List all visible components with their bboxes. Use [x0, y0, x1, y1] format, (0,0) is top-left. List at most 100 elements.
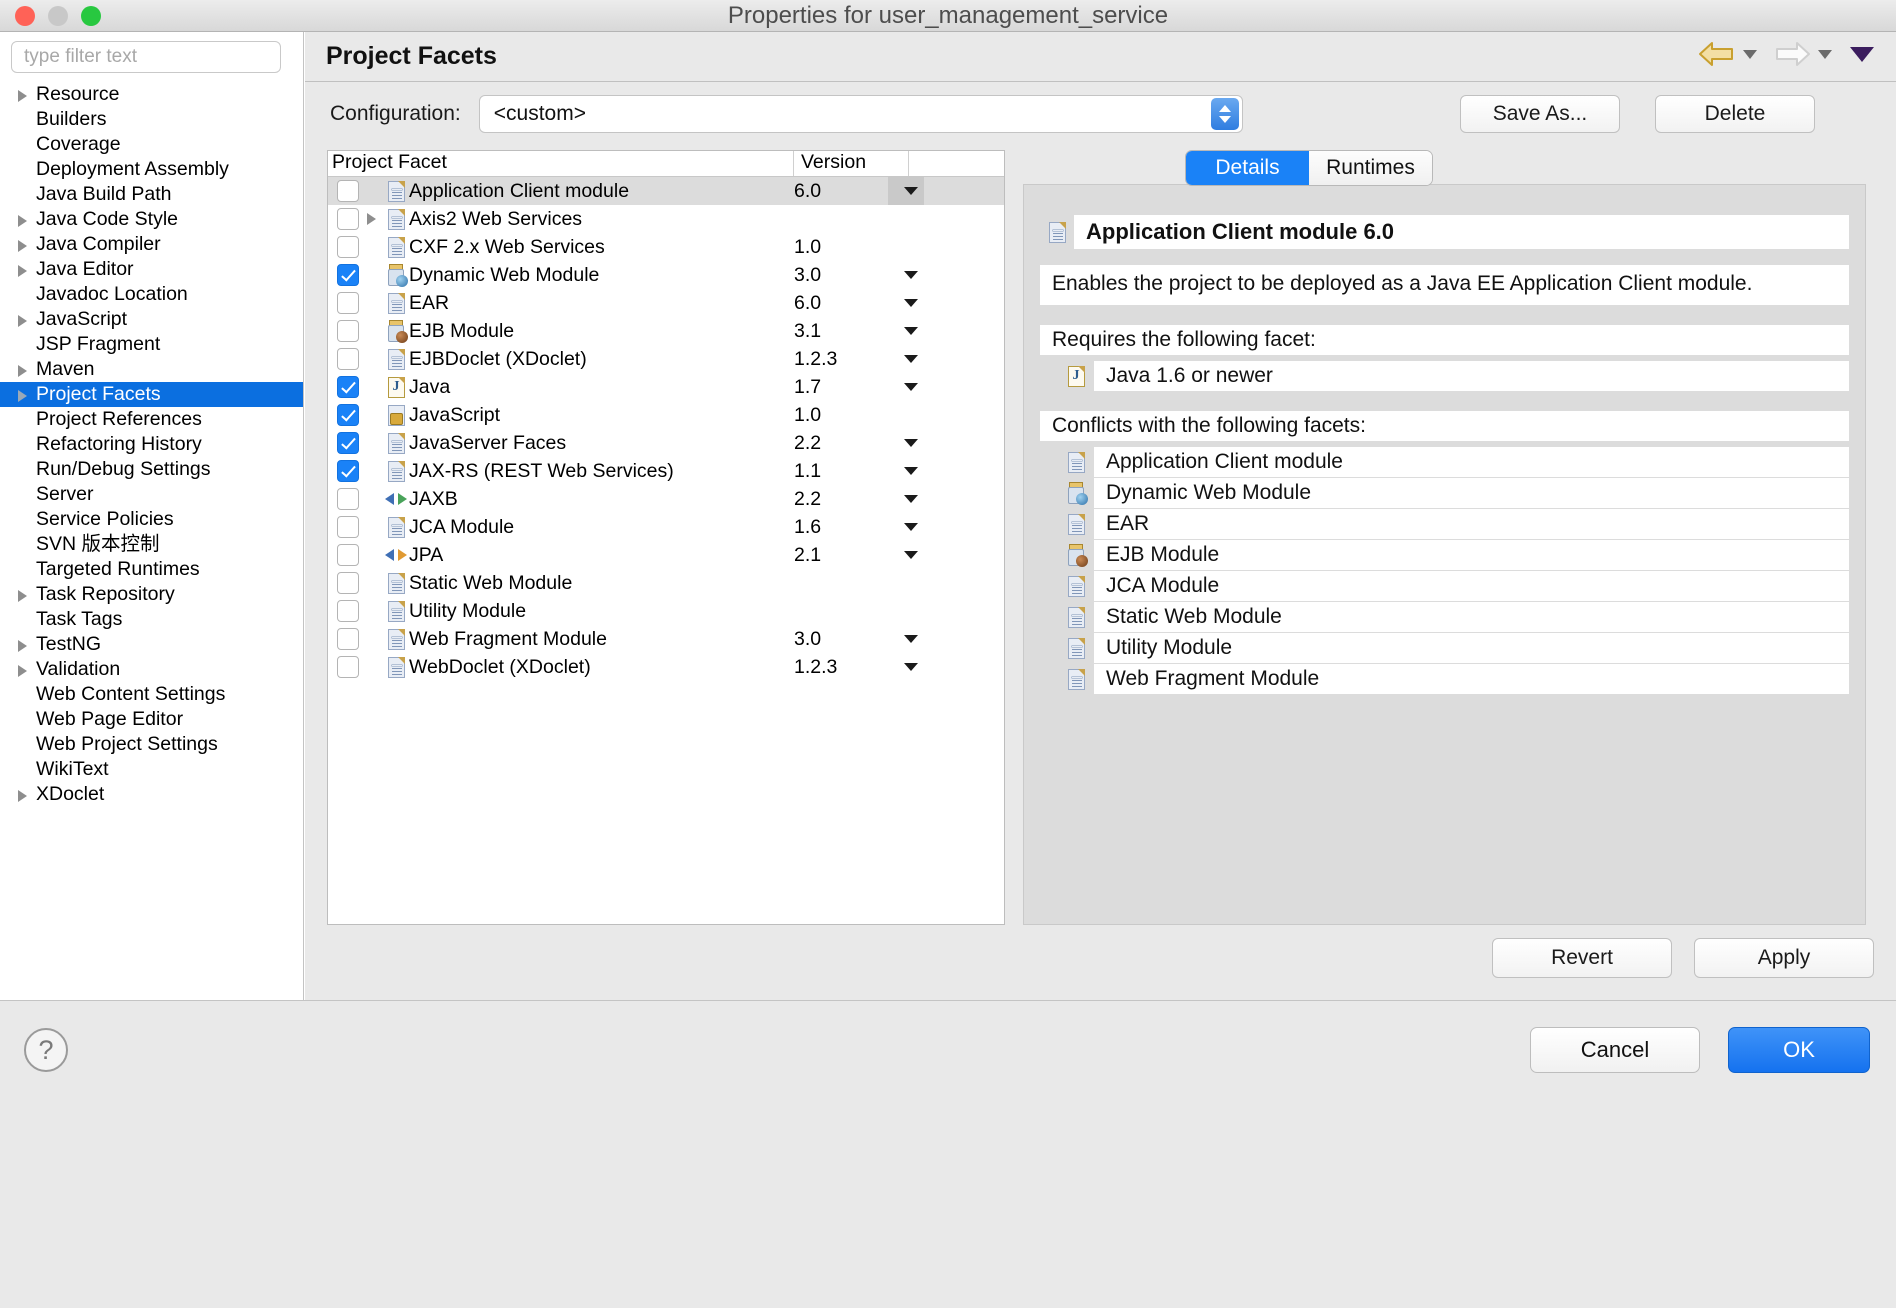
column-header-facet[interactable]: Project Facet: [328, 151, 794, 176]
facet-checkbox[interactable]: [337, 376, 359, 398]
back-button[interactable]: [1698, 40, 1757, 68]
table-row[interactable]: JAX-RS (REST Web Services) 1.1: [328, 457, 1004, 485]
facet-checkbox[interactable]: [337, 460, 359, 482]
table-row[interactable]: EJB Module 3.1: [328, 317, 1004, 345]
expand-triangle-icon[interactable]: [16, 662, 32, 678]
version-dropdown-caret-icon[interactable]: [904, 635, 918, 643]
facet-checkbox[interactable]: [337, 544, 359, 566]
table-row[interactable]: WebDoclet (XDoclet) 1.2.3: [328, 653, 1004, 681]
sidebar-item-java-editor[interactable]: Java Editor: [0, 257, 303, 282]
version-dropdown-caret-icon[interactable]: [904, 467, 918, 475]
sidebar-item-java-compiler[interactable]: Java Compiler: [0, 232, 303, 257]
delete-button[interactable]: Delete: [1655, 95, 1815, 133]
version-dropdown-caret-icon[interactable]: [904, 187, 918, 195]
sidebar-item-server[interactable]: Server: [0, 482, 303, 507]
facet-checkbox[interactable]: [337, 516, 359, 538]
table-row[interactable]: Utility Module: [328, 597, 1004, 625]
sidebar-item-java-code-style[interactable]: Java Code Style: [0, 207, 303, 232]
sidebar-item-xdoclet[interactable]: XDoclet: [0, 782, 303, 807]
version-dropdown-caret-icon[interactable]: [904, 495, 918, 503]
expand-triangle-icon[interactable]: [359, 213, 383, 225]
expand-triangle-icon[interactable]: [16, 212, 32, 228]
facet-checkbox[interactable]: [337, 404, 359, 426]
back-dropdown-caret-icon[interactable]: [1743, 49, 1757, 59]
sidebar-item-project-references[interactable]: Project References: [0, 407, 303, 432]
expand-triangle-icon[interactable]: [16, 87, 32, 103]
sidebar-item-refactoring-history[interactable]: Refactoring History: [0, 432, 303, 457]
version-dropdown-caret-icon[interactable]: [904, 523, 918, 531]
configuration-select[interactable]: <custom>: [478, 95, 1243, 133]
expand-triangle-icon[interactable]: [16, 262, 32, 278]
expand-triangle-icon[interactable]: [16, 362, 32, 378]
facet-checkbox[interactable]: [337, 600, 359, 622]
version-dropdown-caret-icon[interactable]: [904, 383, 918, 391]
version-dropdown-caret-icon[interactable]: [904, 271, 918, 279]
expand-triangle-icon[interactable]: [16, 237, 32, 253]
facet-checkbox[interactable]: [337, 292, 359, 314]
sidebar-item-web-page-editor[interactable]: Web Page Editor: [0, 707, 303, 732]
table-row[interactable]: EAR 6.0: [328, 289, 1004, 317]
sidebar-item-builders[interactable]: Builders: [0, 107, 303, 132]
sidebar-item-project-facets[interactable]: Project Facets: [0, 382, 303, 407]
table-row[interactable]: JavaScript 1.0: [328, 401, 1004, 429]
tab-runtimes[interactable]: Runtimes: [1309, 151, 1432, 185]
cancel-button[interactable]: Cancel: [1530, 1027, 1700, 1073]
stepper-arrows-icon[interactable]: [1210, 98, 1239, 130]
facet-checkbox[interactable]: [337, 236, 359, 258]
expand-triangle-icon[interactable]: [16, 312, 32, 328]
facet-checkbox[interactable]: [337, 628, 359, 650]
table-row[interactable]: Dynamic Web Module 3.0: [328, 261, 1004, 289]
version-dropdown-caret-icon[interactable]: [904, 551, 918, 559]
sidebar-item-java-build-path[interactable]: Java Build Path: [0, 182, 303, 207]
facet-checkbox[interactable]: [337, 348, 359, 370]
table-row[interactable]: JAXB 2.2: [328, 485, 1004, 513]
sidebar-item-service-policies[interactable]: Service Policies: [0, 507, 303, 532]
revert-button[interactable]: Revert: [1492, 938, 1672, 978]
forward-dropdown-caret-icon[interactable]: [1818, 49, 1832, 59]
table-row[interactable]: Web Fragment Module 3.0: [328, 625, 1004, 653]
version-dropdown-caret-icon[interactable]: [904, 663, 918, 671]
facet-checkbox[interactable]: [337, 488, 359, 510]
sidebar-item-javadoc-location[interactable]: Javadoc Location: [0, 282, 303, 307]
facet-checkbox[interactable]: [337, 264, 359, 286]
sidebar-item-web-content-settings[interactable]: Web Content Settings: [0, 682, 303, 707]
table-row[interactable]: Application Client module 6.0: [328, 177, 1004, 205]
expand-triangle-icon[interactable]: [16, 587, 32, 603]
filter-input[interactable]: [11, 41, 281, 73]
sidebar-item-javascript[interactable]: JavaScript: [0, 307, 303, 332]
sidebar-item-task-tags[interactable]: Task Tags: [0, 607, 303, 632]
sidebar-item-wikitext[interactable]: WikiText: [0, 757, 303, 782]
sidebar-item-task-repository[interactable]: Task Repository: [0, 582, 303, 607]
sidebar-item-deployment-assembly[interactable]: Deployment Assembly: [0, 157, 303, 182]
sidebar-item-web-project-settings[interactable]: Web Project Settings: [0, 732, 303, 757]
save-as-button[interactable]: Save As...: [1460, 95, 1620, 133]
tab-details[interactable]: Details: [1186, 151, 1309, 185]
expand-triangle-icon[interactable]: [16, 787, 32, 803]
apply-button[interactable]: Apply: [1694, 938, 1874, 978]
facet-checkbox[interactable]: [337, 432, 359, 454]
forward-button[interactable]: [1773, 40, 1832, 68]
sidebar-item-svn[interactable]: SVN 版本控制: [0, 532, 303, 557]
table-row[interactable]: CXF 2.x Web Services 1.0: [328, 233, 1004, 261]
expand-triangle-icon[interactable]: [16, 387, 32, 403]
facet-checkbox[interactable]: [337, 572, 359, 594]
version-dropdown-caret-icon[interactable]: [904, 355, 918, 363]
help-icon[interactable]: ?: [24, 1028, 68, 1072]
sidebar-item-validation[interactable]: Validation: [0, 657, 303, 682]
table-row[interactable]: Static Web Module: [328, 569, 1004, 597]
version-dropdown-caret-icon[interactable]: [904, 327, 918, 335]
facet-checkbox[interactable]: [337, 208, 359, 230]
facet-checkbox[interactable]: [337, 320, 359, 342]
facet-checkbox[interactable]: [337, 180, 359, 202]
sidebar-item-maven[interactable]: Maven: [0, 357, 303, 382]
view-menu-caret-icon[interactable]: [1850, 46, 1874, 62]
table-row[interactable]: EJBDoclet (XDoclet) 1.2.3: [328, 345, 1004, 373]
sidebar-item-resource[interactable]: Resource: [0, 82, 303, 107]
version-dropdown-caret-icon[interactable]: [904, 299, 918, 307]
sidebar-item-jsp-fragment[interactable]: JSP Fragment: [0, 332, 303, 357]
sidebar-item-coverage[interactable]: Coverage: [0, 132, 303, 157]
version-dropdown-caret-icon[interactable]: [904, 439, 918, 447]
sidebar-item-testng[interactable]: TestNG: [0, 632, 303, 657]
table-row[interactable]: JavaServer Faces 2.2: [328, 429, 1004, 457]
sidebar-item-run-debug-settings[interactable]: Run/Debug Settings: [0, 457, 303, 482]
